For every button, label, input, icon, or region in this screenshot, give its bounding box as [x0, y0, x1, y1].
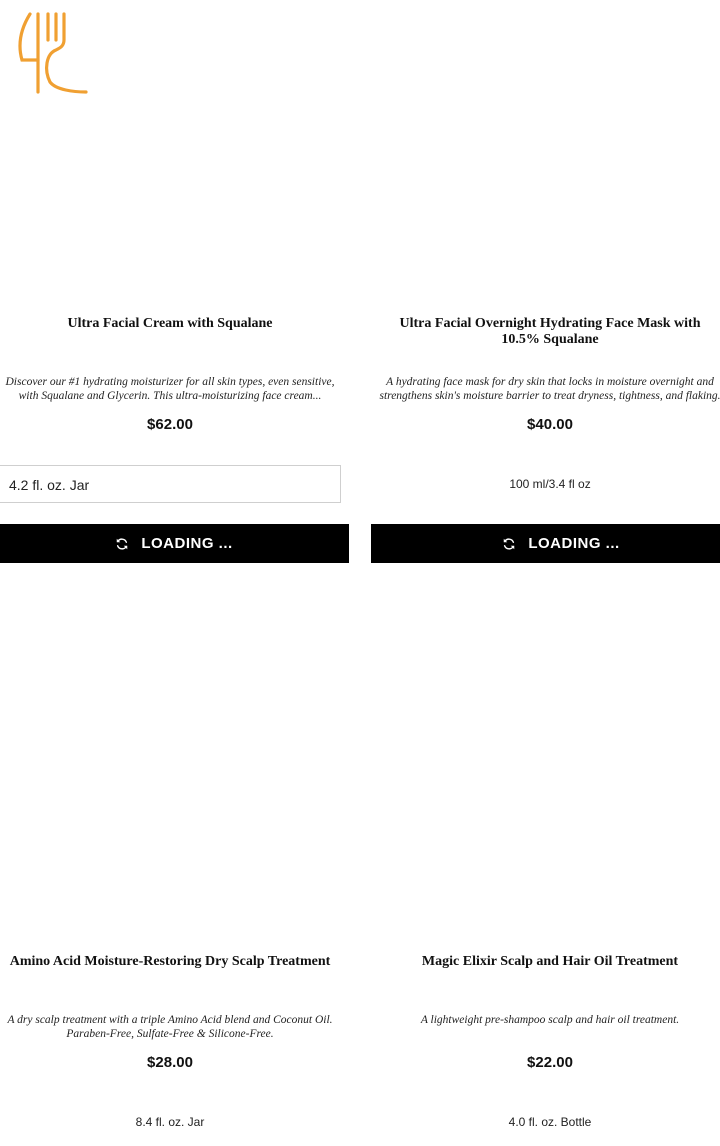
size-label: 4.0 fl. oz. Bottle — [508, 1115, 592, 1129]
refresh-icon — [117, 537, 128, 550]
size-label: 100 ml/3.4 fl oz — [509, 477, 591, 491]
add-to-cart-button[interactable]: LOADING ... — [371, 524, 720, 563]
product-description: Discover our #1 hydrating moisturizer fo… — [5, 376, 335, 402]
product-title[interactable]: Ultra Facial Overnight Hydrating Face Ma… — [380, 316, 720, 348]
add-to-cart-button[interactable]: LOADING ... — [0, 524, 349, 563]
button-label: LOADING ... — [528, 535, 620, 552]
product-title[interactable]: Ultra Facial Cream with Squalane — [0, 316, 340, 332]
product-title[interactable]: Magic Elixir Scalp and Hair Oil Treatmen… — [380, 954, 720, 970]
size-select[interactable]: 4.2 fl. oz. Jar — [0, 465, 341, 503]
product-price: $22.00 — [527, 1054, 573, 1071]
refresh-icon — [504, 537, 515, 550]
product-price: $62.00 — [147, 416, 193, 433]
product-title[interactable]: Amino Acid Moisture-Restoring Dry Scalp … — [0, 954, 340, 970]
product-price: $28.00 — [147, 1054, 193, 1071]
product-price: $40.00 — [527, 416, 573, 433]
fork-knife-logo-icon[interactable] — [16, 10, 90, 94]
product-description: A dry scalp treatment with a triple Amin… — [7, 1014, 333, 1040]
button-label: LOADING ... — [141, 535, 233, 552]
product-description: A hydrating face mask for dry skin that … — [379, 376, 720, 402]
size-label: 8.4 fl. oz. Jar — [135, 1115, 205, 1129]
product-description: A lightweight pre-shampoo scalp and hair… — [420, 1014, 680, 1026]
